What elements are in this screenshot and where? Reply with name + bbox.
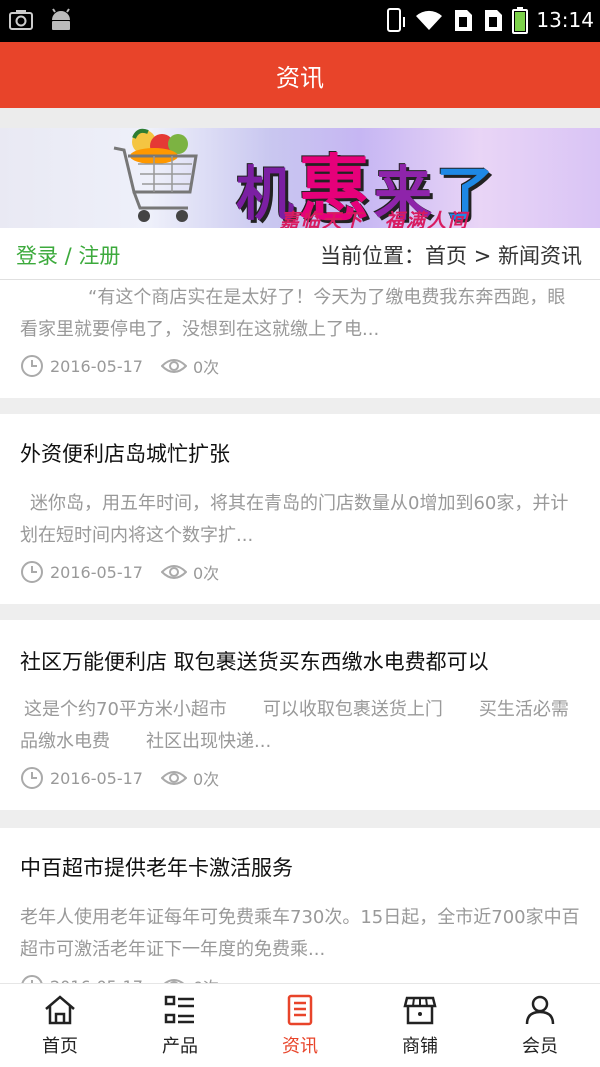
app-header: 资讯 bbox=[0, 42, 600, 108]
article-views: 0次 bbox=[192, 564, 220, 583]
screenshot-icon bbox=[9, 10, 33, 30]
article-title: 社区万能便利店 取包裹送货买东西缴水电费都可以 bbox=[20, 650, 489, 674]
nav-item-shop[interactable]: 商铺 bbox=[360, 984, 480, 1067]
product-list-icon bbox=[164, 995, 194, 1024]
member-icon bbox=[525, 995, 555, 1025]
status-time: 13:14 bbox=[536, 8, 594, 32]
article-title: 中百超市提供老年卡激活服务 bbox=[20, 856, 293, 880]
article-date: 2016-05-17 bbox=[50, 768, 143, 788]
sim2-icon bbox=[485, 10, 503, 31]
battery-icon bbox=[512, 7, 529, 34]
article-date: 2016-05-17 bbox=[50, 562, 143, 582]
nav-item-member[interactable]: 会员 bbox=[480, 984, 600, 1067]
article-views: 0次 bbox=[192, 358, 220, 377]
status-bar: 13:14 bbox=[0, 0, 600, 42]
eye-icon bbox=[160, 359, 187, 373]
list-item[interactable]: 外资便利店岛城忙扩张 迷你岛，用五年时间，将其在青岛的门店数量从0增加到60家，… bbox=[0, 414, 600, 604]
clock-icon bbox=[21, 355, 43, 377]
sim1-icon bbox=[455, 10, 473, 31]
nav-label: 商铺 bbox=[402, 1036, 438, 1057]
promo-banner[interactable]: 机惠来了 嘉临天下 福满人间 bbox=[0, 128, 600, 228]
android-icon bbox=[52, 8, 70, 30]
nav-item-home[interactable]: 首页 bbox=[0, 984, 120, 1067]
article-summary: 老年人使用老年证每年可免费乘车730次。15日起，全市近700家中百超市可激活老… bbox=[20, 907, 580, 960]
page-title: 资讯 bbox=[276, 63, 324, 92]
wifi-icon bbox=[416, 10, 443, 30]
article-meta: 2016-05-17 0次 bbox=[20, 560, 219, 584]
list-item[interactable]: 社区万能便利店 取包裹送货买东西缴水电费都可以 这是个约70平方米小超市 可以收… bbox=[0, 620, 600, 810]
eye-icon bbox=[160, 565, 187, 579]
shopping-cart-image bbox=[113, 128, 198, 222]
login-register-link[interactable]: 登录 / 注册 bbox=[16, 240, 120, 270]
nav-label: 产品 bbox=[162, 1036, 198, 1057]
eye-icon bbox=[160, 771, 187, 785]
vibrate-icon bbox=[387, 8, 406, 32]
nav-item-news[interactable]: 资讯 bbox=[240, 984, 360, 1067]
eye-icon bbox=[163, 979, 185, 983]
article-summary: “有这个商店实在是太好了！今天为了缴电费我东奔西跑，眼看家里就要停电了，没想到在… bbox=[20, 287, 566, 340]
list-item[interactable]: 中百超市提供老年卡激活服务 老年人使用老年证每年可免费乘车730次。15日起，全… bbox=[0, 828, 600, 983]
news-icon bbox=[287, 994, 313, 1026]
article-title: 外资便利店岛城忙扩张 bbox=[20, 442, 230, 466]
clock-icon bbox=[21, 975, 43, 983]
nav-item-products[interactable]: 产品 bbox=[120, 984, 240, 1067]
location-bar: 登录 / 注册 当前位置：首页 > 新闻资讯 bbox=[0, 228, 600, 280]
article-views: 0次 bbox=[193, 974, 219, 983]
clock-icon bbox=[21, 767, 43, 789]
bottom-nav: 首页 产品 资讯 商铺 会员 bbox=[0, 983, 600, 1067]
article-meta: 2016-05-17 0次 bbox=[20, 766, 219, 790]
clock-icon bbox=[21, 561, 43, 583]
article-meta: 2016-05-17 0次 bbox=[20, 974, 219, 983]
shop-icon bbox=[403, 996, 437, 1025]
nav-label: 会员 bbox=[522, 1036, 558, 1057]
article-summary: 这是个约70平方米小超市 可以收取包裹送货上门 买生活必需品缴水电费 社区出现快… bbox=[20, 699, 569, 752]
nav-label: 首页 bbox=[42, 1036, 78, 1057]
home-icon bbox=[45, 995, 75, 1025]
article-meta: 2016-05-17 0次 bbox=[20, 354, 219, 378]
article-date: 2016-05-17 bbox=[50, 356, 143, 376]
banner-slogan: 嘉临天下 福满人间 bbox=[280, 210, 470, 228]
article-views: 0次 bbox=[192, 770, 220, 789]
nav-label: 资讯 bbox=[282, 1036, 318, 1057]
list-item[interactable]: “有这个商店实在是太好了！今天为了缴电费我东奔西跑，眼看家里就要停电了，没想到在… bbox=[0, 280, 600, 398]
article-summary: 迷你岛，用五年时间，将其在青岛的门店数量从0增加到60家，并计划在短时间内将这个… bbox=[20, 493, 569, 546]
breadcrumb: 当前位置：首页 > 新闻资讯 bbox=[320, 244, 582, 268]
